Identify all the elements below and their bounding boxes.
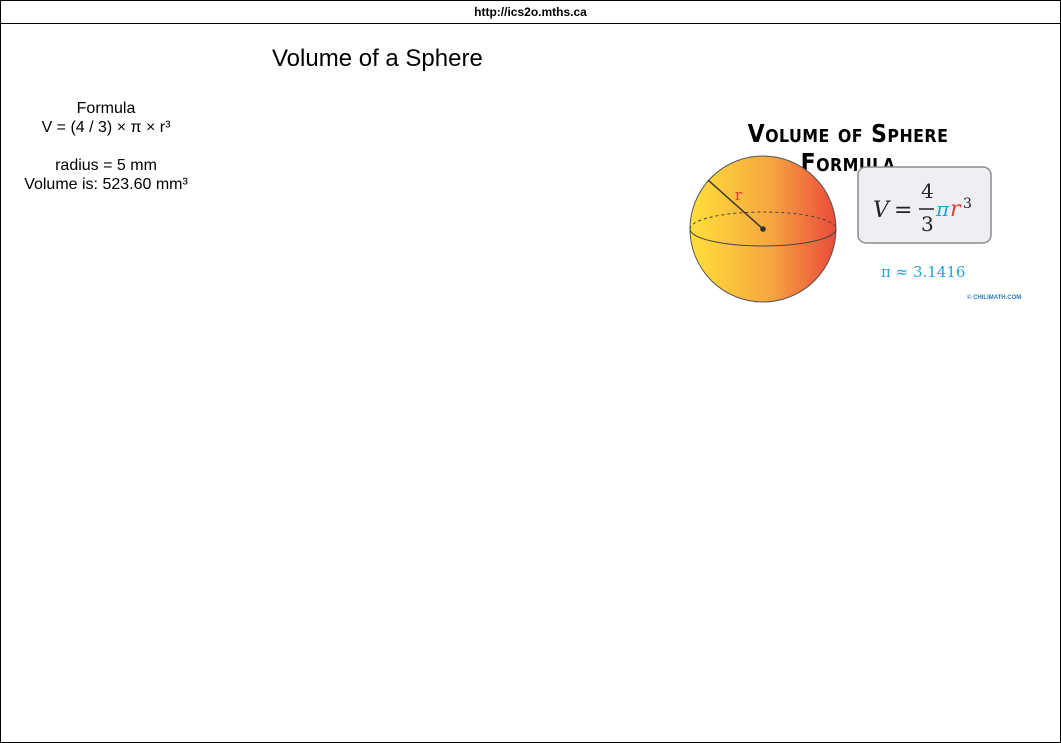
radius-text: radius = 5 mm [55, 157, 157, 174]
sphere-diagram: r V = 4 3 π r 3 π ≈ 3.1416 © CHILIMATH.C… [689, 155, 1021, 303]
formula-heading: Formula [76, 100, 136, 117]
formula-eq: = [894, 198, 912, 223]
formula-text: V = (4 / 3) × π × r³ [41, 119, 171, 136]
volume-result: Volume is: 523.60 mm³ [24, 176, 188, 193]
url-bar: http://ics2o.mths.ca [1, 1, 1060, 24]
center-dot [760, 226, 766, 232]
url-text[interactable]: http://ics2o.mths.ca [474, 5, 587, 19]
formula-panel: Formula V = (4 / 3) × π × r³ radius = 5 … [11, 99, 201, 194]
page-frame: http://ics2o.mths.ca Volume of a Sphere … [0, 0, 1061, 743]
pi-approximation: π ≈ 3.1416 [881, 263, 965, 281]
formula-pi: π [935, 197, 950, 221]
formula-denominator: 3 [921, 212, 934, 236]
formula-numerator: 4 [921, 179, 934, 203]
page-title: Volume of a Sphere [272, 45, 483, 72]
sphere-formula-image: Volume of Sphere Formula r V = 4 3 π r 3… [683, 113, 1023, 309]
image-credit: © CHILIMATH.COM [967, 294, 1021, 301]
radius-label: r [735, 186, 743, 204]
formula-v: V [873, 198, 891, 223]
formula-exponent: 3 [963, 196, 972, 212]
formula-r: r [950, 197, 962, 222]
